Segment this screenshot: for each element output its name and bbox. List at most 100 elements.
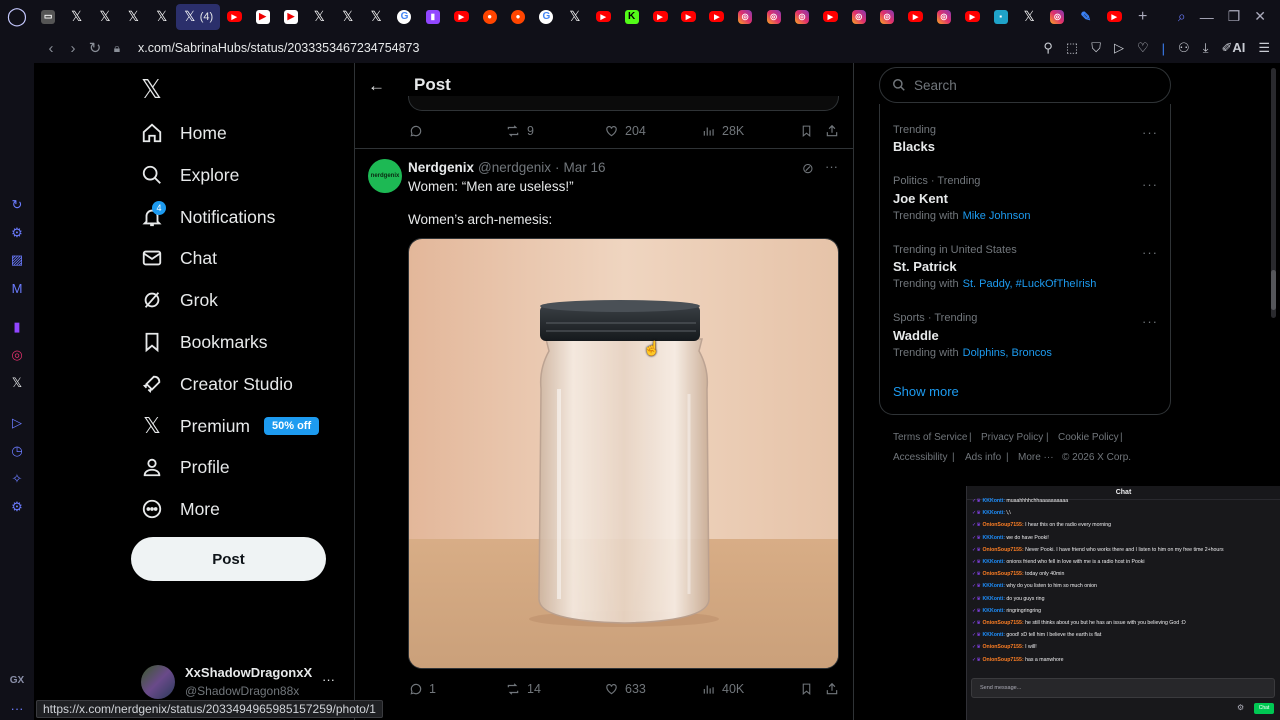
tab[interactable]: G: [390, 0, 418, 33]
tab[interactable]: ◎: [788, 0, 816, 33]
tab[interactable]: ▶: [646, 0, 674, 33]
chat-username[interactable]: KKKonti:: [982, 632, 1004, 638]
tab[interactable]: ▶: [958, 0, 986, 33]
player-icon[interactable]: ▷: [8, 414, 26, 432]
tab[interactable]: ▶: [447, 0, 475, 33]
back-arrow-icon[interactable]: ←: [368, 76, 385, 96]
author-avatar[interactable]: nerdgenix: [368, 159, 402, 193]
nav-profile[interactable]: Profile: [140, 447, 230, 487]
lock-icon[interactable]: 🔒︎: [106, 41, 128, 56]
trend-more-icon[interactable]: ···: [1142, 177, 1158, 192]
tab[interactable]: ✎: [1072, 0, 1100, 33]
robot-icon[interactable]: ⚙: [8, 224, 26, 242]
bookmark-button[interactable]: [800, 682, 813, 696]
instagram-icon[interactable]: ◎: [8, 346, 26, 364]
prev-repost-button[interactable]: 9: [505, 124, 534, 138]
gx-corner-label[interactable]: GX: [8, 671, 26, 689]
nav-grok[interactable]: Grok: [140, 280, 218, 320]
pin-icon[interactable]: ⚲: [1043, 40, 1053, 56]
footer-more-link[interactable]: More ···: [1018, 452, 1054, 463]
tab[interactable]: ▶: [248, 0, 276, 33]
prev-bookmark-button[interactable]: [800, 124, 813, 138]
like-button[interactable]: 633: [604, 682, 646, 696]
chat-settings-icon[interactable]: ⚙: [1237, 703, 1244, 712]
ads-info-link[interactable]: Ads info: [965, 452, 1001, 463]
post-more-icon[interactable]: ···: [825, 159, 838, 174]
share-button[interactable]: [825, 682, 839, 696]
trend-name[interactable]: St. Patrick: [893, 259, 957, 274]
nav-explore[interactable]: Explore: [140, 155, 239, 195]
chat-username[interactable]: OnionSoup7155:: [982, 547, 1023, 553]
chat-username[interactable]: KKKonti:: [982, 510, 1004, 516]
tab[interactable]: 𝕏: [1015, 0, 1043, 33]
reply-button[interactable]: 1: [409, 682, 436, 696]
chat-username[interactable]: OnionSoup7155:: [982, 657, 1023, 663]
chat-send-button[interactable]: Chat: [1254, 703, 1274, 714]
prev-reply-button[interactable]: [409, 124, 423, 138]
nav-bookmarks[interactable]: Bookmarks: [140, 322, 268, 362]
tab[interactable]: 𝕏: [305, 0, 333, 33]
download-icon[interactable]: ⤓: [1203, 40, 1209, 56]
account-avatar[interactable]: [141, 665, 175, 699]
tab[interactable]: ▶: [220, 0, 248, 33]
tab[interactable]: ▶: [277, 0, 305, 33]
tab[interactable]: ▭: [34, 0, 62, 33]
tab[interactable]: ◎: [1043, 0, 1071, 33]
profile-icon[interactable]: ⚇: [1178, 40, 1190, 56]
tab[interactable]: 𝕏: [362, 0, 390, 33]
ai-button[interactable]: ✐AI: [1221, 40, 1245, 56]
trend-related-link[interactable]: St. Paddy, #LuckOfTheIrish: [963, 278, 1097, 290]
terms-link[interactable]: Terms of Service: [893, 432, 967, 443]
post-image[interactable]: [408, 238, 839, 669]
chat-input[interactable]: Send message...: [971, 678, 1275, 698]
nav-premium[interactable]: 𝕏 Premium 50% off: [140, 406, 320, 446]
nav-creator-studio[interactable]: Creator Studio: [140, 364, 293, 404]
trend-more-icon[interactable]: ···: [1142, 245, 1158, 260]
cookie-link[interactable]: Cookie Policy: [1058, 432, 1119, 443]
chat-username[interactable]: KKKonti:: [982, 498, 1004, 504]
trend-related-link[interactable]: Dolphins, Broncos: [963, 347, 1052, 359]
tab[interactable]: ▮: [419, 0, 447, 33]
reload-icon[interactable]: ↻: [84, 39, 106, 57]
opera-logo-icon[interactable]: ◯: [0, 0, 34, 33]
tab[interactable]: ◎: [759, 0, 787, 33]
extensions-icon[interactable]: ✧: [8, 470, 26, 488]
tab[interactable]: ▶: [901, 0, 929, 33]
forward-icon[interactable]: ›: [62, 40, 84, 57]
chat-username[interactable]: KKKonti:: [982, 583, 1004, 589]
chat-username[interactable]: OnionSoup7155:: [982, 522, 1023, 528]
send-icon[interactable]: ▷: [1114, 40, 1124, 56]
accessibility-link[interactable]: Accessibility: [893, 452, 947, 463]
chat-username[interactable]: OnionSoup7155:: [982, 644, 1023, 650]
post-date[interactable]: Mar 16: [564, 160, 606, 175]
tab-search-icon[interactable]: ⌕: [1178, 8, 1186, 25]
heart-icon[interactable]: ♡: [1137, 40, 1149, 56]
tab[interactable]: 𝕏: [334, 0, 362, 33]
refresh-sidebar-icon[interactable]: ↻: [8, 196, 26, 214]
repost-button[interactable]: 14: [505, 682, 541, 696]
tab[interactable]: ▶: [674, 0, 702, 33]
trend-more-icon[interactable]: ···: [1142, 125, 1158, 140]
trend-name[interactable]: Blacks: [893, 139, 935, 154]
nav-home[interactable]: Home: [140, 113, 227, 153]
more-icon[interactable]: ···: [8, 699, 26, 717]
privacy-link[interactable]: Privacy Policy: [981, 432, 1043, 443]
edit-icon[interactable]: ▨: [8, 251, 26, 269]
maximize-icon[interactable]: ❐: [1228, 8, 1241, 25]
back-icon[interactable]: ‹: [40, 40, 62, 57]
trend-related-link[interactable]: Mike Johnson: [963, 210, 1031, 222]
chat-username[interactable]: KKKonti:: [982, 608, 1004, 614]
search-box[interactable]: [879, 67, 1171, 103]
tab[interactable]: ◎: [873, 0, 901, 33]
chat-username[interactable]: KKKonti:: [982, 559, 1004, 565]
close-icon[interactable]: ✕: [1254, 8, 1266, 25]
new-tab-button[interactable]: +: [1128, 0, 1156, 33]
tab[interactable]: G: [532, 0, 560, 33]
shield-icon[interactable]: ⛉: [1091, 40, 1101, 56]
tab[interactable]: ▶: [1100, 0, 1128, 33]
tab[interactable]: ▶: [816, 0, 844, 33]
tab[interactable]: 𝕏: [148, 0, 176, 33]
grok-post-icon[interactable]: ⊘: [802, 160, 814, 177]
post-button[interactable]: Post: [131, 537, 326, 581]
previous-post-media[interactable]: [408, 96, 839, 111]
